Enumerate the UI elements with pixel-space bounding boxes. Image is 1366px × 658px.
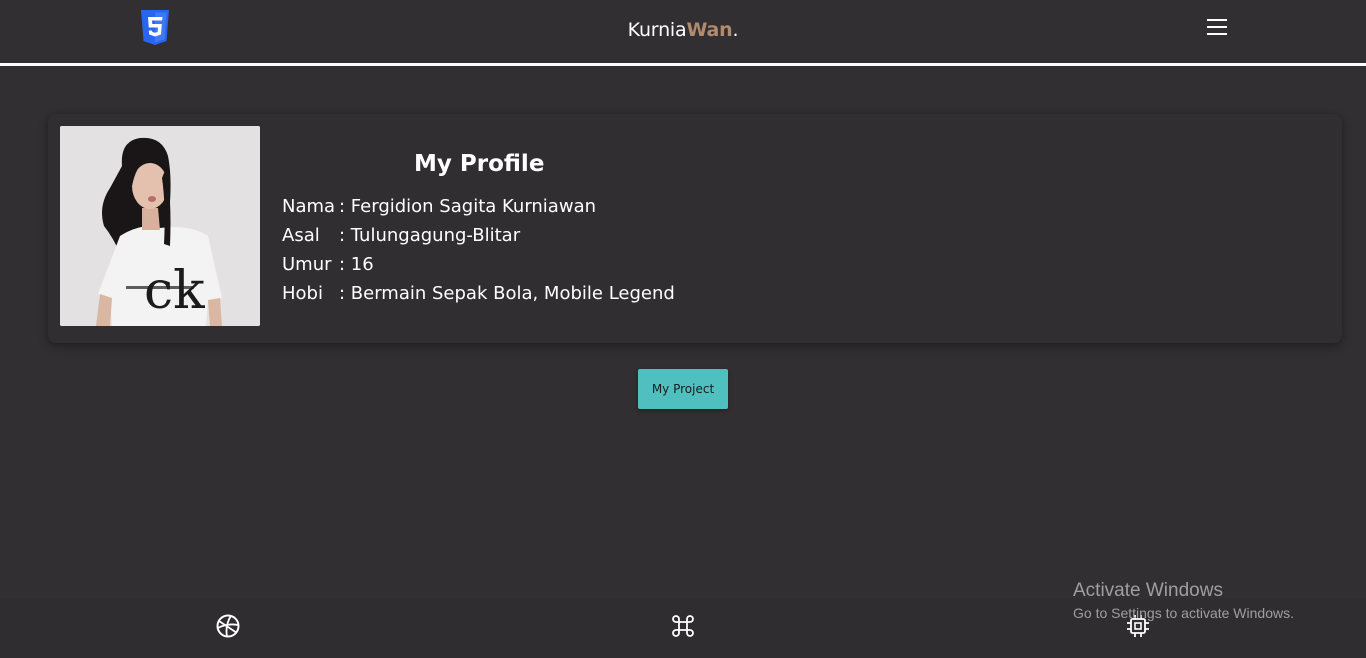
brand-highlight: Wan [686,19,733,41]
watermark-subtitle: Go to Settings to activate Windows. [1073,605,1294,621]
my-project-button[interactable]: My Project [638,369,728,409]
info-row-nama: Nama: Fergidion Sagita Kurniawan [282,196,675,225]
info-value: : Tulungagung-Blitar [339,225,521,246]
profile-photo-illustration: ck [60,126,260,326]
info-value: : Fergidion Sagita Kurniawan [339,196,597,217]
info-row-umur: Umur : 16 [282,254,675,283]
info-value: : Bermain Sepak Bola, Mobile Legend [339,283,675,304]
header-divider [0,63,1366,66]
watermark-title: Activate Windows [1073,580,1223,601]
windows-activation-watermark: Activate Windows Go to Settings to activ… [1073,580,1294,621]
profile-card: ck My Profile Nama: Fergidion Sagita Kur… [48,114,1342,343]
top-navbar: KurniaWan. [0,0,1366,63]
info-row-hobi: Hobi : Bermain Sepak Bola, Mobile Legend [282,283,675,312]
info-label: Nama [282,196,336,217]
brand-title[interactable]: KurniaWan. [0,19,1366,41]
profile-title: My Profile [414,151,545,177]
info-value: : 16 [339,254,374,275]
brand-main: Kurnia [627,19,687,41]
hamburger-menu-icon[interactable] [1206,19,1228,37]
info-label: Hobi [282,283,323,304]
info-row-asal: Asal : Tulungagung-Blitar [282,225,675,254]
info-label: Asal [282,225,320,246]
profile-info: Nama: Fergidion Sagita Kurniawan Asal : T… [282,196,675,312]
basketball-icon[interactable] [215,613,241,639]
brand-suffix: . [732,19,739,41]
svg-text:ck: ck [144,261,205,321]
profile-photo: ck [60,126,260,326]
info-label: Umur [282,254,332,275]
command-icon[interactable] [670,613,696,639]
